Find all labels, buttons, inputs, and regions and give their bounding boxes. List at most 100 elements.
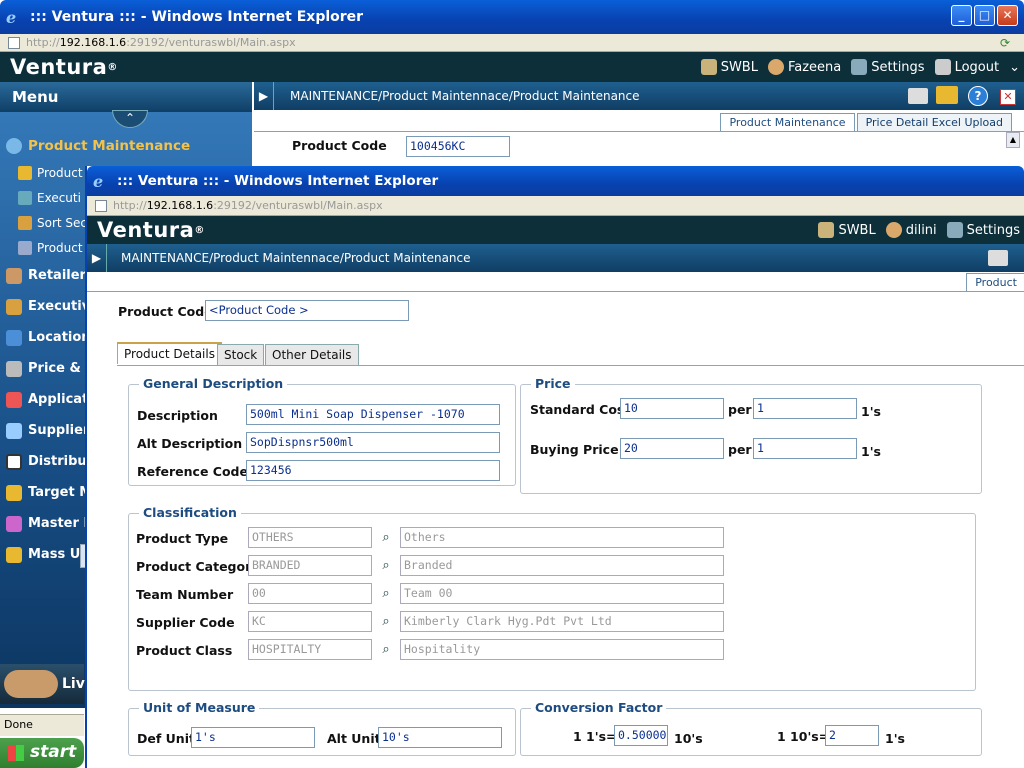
box-icon (18, 215, 32, 230)
conversion-b-input[interactable]: 2 (825, 725, 879, 746)
settings-icon (851, 59, 868, 75)
binoculars-icon[interactable]: ⌕ (376, 530, 396, 546)
truck-icon (18, 240, 32, 255)
tab-stock[interactable]: Stock (217, 344, 265, 366)
back-logout[interactable]: Logout (955, 60, 1000, 75)
front-app-header: Ventura ® SWBL dilini Settings (87, 216, 1024, 244)
menu-item-label: Location (28, 330, 91, 345)
start-button[interactable]: start (0, 738, 84, 768)
scroll-up-icon[interactable]: ▲ (1006, 132, 1020, 148)
classification-legend: Classification (139, 505, 241, 520)
description-input[interactable]: 500ml Mini Soap Dispenser -1070 (246, 404, 500, 425)
chevron-right-icon[interactable]: ▶ (87, 244, 107, 272)
reference-code-input[interactable]: 123456 (246, 460, 500, 481)
master-icon (6, 515, 22, 532)
binoculars-icon[interactable]: ⌕ (376, 614, 396, 630)
front-tab-strip: Product (87, 272, 1024, 292)
print-icon[interactable] (908, 88, 928, 104)
binoculars-icon[interactable]: ⌕ (376, 558, 396, 574)
ie-icon: e (93, 172, 104, 191)
buying-price-per-input[interactable]: 1 (753, 438, 857, 459)
menu-item-label: Executiv (28, 299, 91, 314)
supplier-code-label: Supplier Code (136, 615, 235, 630)
people-icon (4, 670, 58, 698)
menu-item-product-maintenance[interactable]: Product Maintenance (0, 132, 252, 160)
helmet-icon (6, 484, 22, 501)
supplier-code-code[interactable]: KC (248, 611, 372, 632)
user-icon (885, 222, 902, 238)
conversion-a-unit: 10's (674, 731, 703, 746)
minimize-button[interactable]: _ (951, 5, 972, 26)
standard-cost-input[interactable]: 10 (620, 398, 724, 419)
product-class-code[interactable]: HOSPITALTY (248, 639, 372, 660)
back-user[interactable]: Fazeena (788, 60, 841, 75)
team-number-code[interactable]: 00 (248, 583, 372, 604)
cart-icon (6, 267, 22, 284)
export-icon[interactable] (936, 86, 958, 104)
menu-item-label: Distribut (28, 454, 93, 469)
user-icon (767, 59, 784, 75)
help-icon[interactable]: ? (968, 86, 988, 106)
tab-product[interactable]: Product (966, 273, 1024, 291)
supplier-icon (6, 422, 22, 439)
status-text: Done (4, 718, 33, 731)
live-label: Liv (62, 676, 85, 692)
front-title-bar[interactable]: e ::: Ventura ::: - Windows Internet Exp… (87, 166, 1024, 196)
tab-price-detail-upload[interactable]: Price Detail Excel Upload (856, 113, 1012, 131)
price-legend: Price (531, 376, 575, 391)
menu-item-label: Supplier (28, 423, 90, 438)
tab-product-details[interactable]: Product Details (117, 342, 222, 364)
unit-of-measure-fieldset: Unit of Measure Def Unit 1's Alt Unit 10… (128, 700, 516, 756)
unit-label: 1's (861, 444, 881, 459)
front-window: e ::: Ventura ::: - Windows Internet Exp… (85, 166, 1024, 768)
chevron-right-icon[interactable]: ▶ (254, 82, 274, 110)
binoculars-icon[interactable]: ⌕ (376, 586, 396, 602)
box-icon (6, 298, 22, 315)
alt-description-label: Alt Description (137, 436, 243, 451)
back-user-bar: SWBL Fazeena Settings Logout ⌄ (700, 52, 1024, 82)
back-settings[interactable]: Settings (871, 60, 924, 75)
alt-description-input[interactable]: SopDispnsr500ml (246, 432, 500, 453)
product-type-code[interactable]: OTHERS (248, 527, 372, 548)
tab-product-maintenance[interactable]: Product Maintenance (720, 113, 855, 131)
back-breadcrumb: ▶ MAINTENANCE/Product Maintennace/Produc… (254, 82, 1024, 110)
product-category-code[interactable]: BRANDED (248, 555, 372, 576)
standard-cost-label: Standard Cost (530, 402, 631, 417)
product-type-name: Others (400, 527, 724, 548)
print-icon[interactable] (988, 250, 1008, 266)
refresh-icon[interactable]: ⟳ (1000, 36, 1010, 50)
front-address-bar[interactable]: http://192.168.1.6:29192/venturaswbl/Mai… (87, 196, 1024, 216)
tab-other-details[interactable]: Other Details (265, 344, 359, 366)
back-app-header: Ventura ® SWBL Fazeena Settings Logout ⌄ (0, 52, 1024, 82)
chevron-down-icon[interactable]: ⌄ (1009, 60, 1020, 75)
status-bar: Done (0, 714, 84, 736)
def-unit-label: Def Unit (137, 731, 195, 746)
alt-unit-input[interactable]: 10's (378, 727, 502, 748)
url-prefix: http:// (113, 199, 147, 212)
distributor-icon (6, 453, 22, 470)
reference-code-label: Reference Code (137, 464, 248, 479)
back-product-code-input[interactable]: 100456KC (406, 136, 510, 157)
menu-subitem-label: Sort Sec (37, 215, 88, 230)
front-settings[interactable]: Settings (967, 223, 1020, 238)
back-address-bar[interactable]: http://192.168.1.6:29192/venturaswbl/Mai… (0, 34, 1024, 52)
back-company[interactable]: SWBL (721, 60, 758, 75)
front-user[interactable]: dilini (906, 223, 937, 238)
team-number-name: Team 00 (400, 583, 724, 604)
back-breadcrumb-bar: ▶ MAINTENANCE/Product Maintennace/Produc… (254, 82, 1024, 162)
front-user-bar: SWBL dilini Settings (818, 216, 1024, 244)
buying-price-input[interactable]: 20 (620, 438, 724, 459)
front-company[interactable]: SWBL (838, 223, 875, 238)
close-icon[interactable]: ✕ (1000, 89, 1016, 105)
product-code-input[interactable]: <Product Code > (205, 300, 409, 321)
product-class-label: Product Class (136, 643, 233, 658)
maximize-button[interactable]: □ (974, 5, 995, 26)
close-button[interactable]: ✕ (997, 5, 1018, 26)
conversion-a-input[interactable]: 0.500000 (614, 725, 668, 746)
def-unit-input[interactable]: 1's (191, 727, 315, 748)
back-title-bar[interactable]: e ::: Ventura ::: - Windows Internet Exp… (0, 0, 1024, 34)
product-category-label: Product Category (136, 559, 260, 574)
standard-cost-per-input[interactable]: 1 (753, 398, 857, 419)
menu-item-label: Target M (28, 485, 93, 500)
binoculars-icon[interactable]: ⌕ (376, 642, 396, 658)
